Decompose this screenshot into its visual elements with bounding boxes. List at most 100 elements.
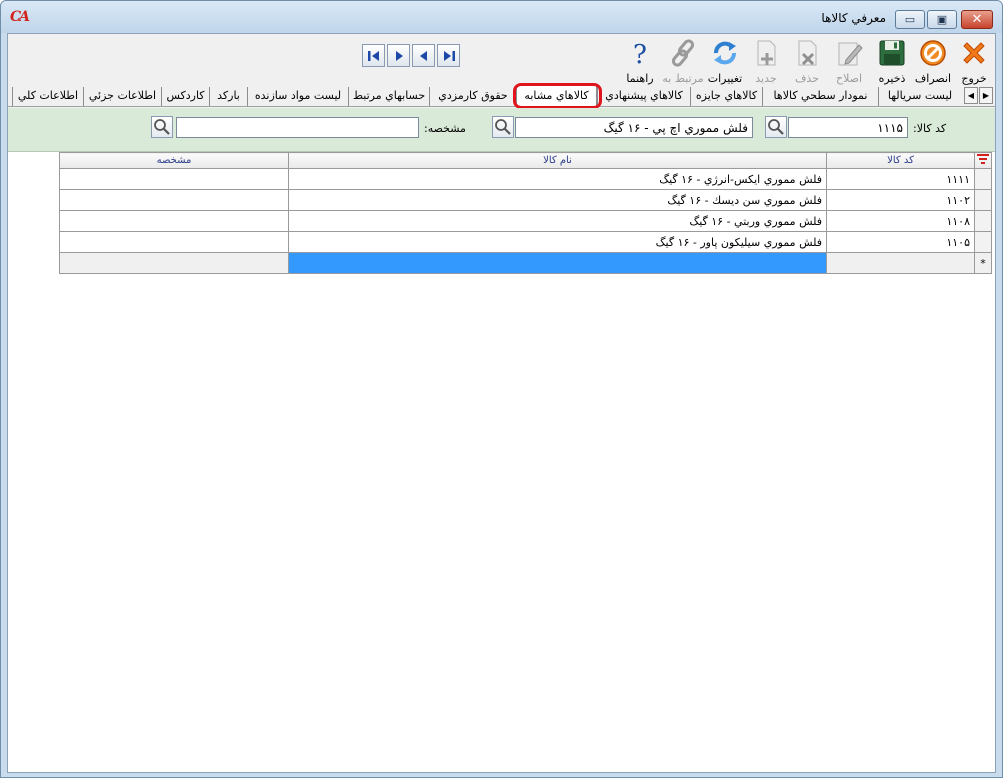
- minimize-button[interactable]: ▭: [895, 10, 925, 29]
- maximize-button[interactable]: ▣: [927, 10, 957, 29]
- skip-start-icon: [443, 50, 455, 61]
- close-x-icon: [963, 42, 985, 64]
- search-icon: [154, 119, 170, 135]
- cell-code[interactable]: ۱۱۱۱: [826, 168, 975, 190]
- maximize-icon: ▣: [936, 13, 948, 26]
- cell-name[interactable]: فلش مموري وربتي - ۱۶ گيگ: [288, 210, 827, 232]
- search-icon: [495, 119, 511, 135]
- tab-serial-list[interactable]: ليست سريالها: [878, 87, 961, 106]
- filter-header[interactable]: [974, 152, 992, 169]
- svg-text:?: ?: [633, 40, 647, 68]
- row-selector[interactable]: [974, 189, 992, 211]
- similar-items-grid: مشخصه نام كالا كد كالا فلش مموري ايكس-ان…: [8, 152, 995, 772]
- cell-name[interactable]: فلش مموري سن ديسك - ۱۶ گيگ: [288, 189, 827, 211]
- cancel-circle-icon: [920, 40, 946, 66]
- tab-scroll-right[interactable]: ▶: [979, 87, 993, 104]
- tab-bonus-items[interactable]: كالاهاي جايزه: [690, 87, 762, 106]
- tab-suggested-items[interactable]: كالاهاي پيشنهادي: [597, 87, 690, 106]
- item-code-input[interactable]: [788, 117, 908, 138]
- refresh-icon: [714, 41, 736, 65]
- column-header-name[interactable]: نام كالا: [288, 152, 827, 169]
- skip-end-icon: [367, 50, 379, 61]
- client-area: خروج انصراف ذخيره اصلاح حذف جديد تغييرات…: [7, 33, 996, 773]
- item-code-search-button[interactable]: [765, 116, 787, 138]
- spec-label: مشخصه:: [424, 122, 466, 135]
- new-button[interactable]: جديد: [746, 36, 786, 85]
- changes-button[interactable]: تغييرات: [705, 36, 745, 85]
- save-button[interactable]: ذخيره: [872, 36, 912, 85]
- record-navigation: [362, 44, 462, 69]
- table-header-row: مشخصه نام كالا كد كالا: [59, 152, 992, 169]
- items-table: مشخصه نام كالا كد كالا فلش مموري ايكس-ان…: [59, 152, 992, 274]
- table-row[interactable]: فلش مموري ايكس-انرژي - ۱۶ گيگ ۱۱۱۱: [59, 168, 992, 190]
- cell-spec[interactable]: [59, 231, 289, 253]
- question-mark-icon: ?: [633, 40, 647, 68]
- tab-components-list[interactable]: ليست مواد سازنده: [247, 87, 348, 106]
- related-button[interactable]: مرتبط به: [662, 36, 704, 85]
- new-cell-spec[interactable]: [59, 252, 289, 274]
- filter-icon: [977, 154, 989, 164]
- previous-record-button[interactable]: [412, 44, 435, 67]
- close-window-button[interactable]: ✕: [961, 10, 993, 29]
- tab-similar-items[interactable]: كالاهاي مشابه: [516, 85, 597, 107]
- help-label: راهنما: [626, 72, 654, 85]
- new-doc-icon: [757, 40, 776, 66]
- cancel-button[interactable]: انصراف: [913, 36, 953, 85]
- first-record-button[interactable]: [437, 44, 460, 67]
- new-row[interactable]: *: [59, 252, 992, 274]
- tab-commission-wages[interactable]: حقوق كارمزدي: [429, 87, 516, 106]
- item-name-input[interactable]: [515, 117, 753, 138]
- delete-doc-icon: [798, 40, 817, 66]
- cell-spec[interactable]: [59, 168, 289, 190]
- edit-button[interactable]: اصلاح: [829, 36, 869, 85]
- title-bar: CA معرفي كالاها ▭ ▣ ✕: [1, 1, 1002, 33]
- row-selector[interactable]: [974, 231, 992, 253]
- tab-barcode[interactable]: باركد: [209, 87, 247, 106]
- row-selector[interactable]: [974, 168, 992, 190]
- floppy-disk-icon: [879, 40, 905, 66]
- tab-related-accounts[interactable]: حسابهاي مرتبط: [348, 87, 429, 106]
- new-row-marker[interactable]: *: [974, 252, 992, 274]
- column-header-spec[interactable]: مشخصه: [59, 152, 289, 169]
- column-header-code[interactable]: كد كالا: [826, 152, 975, 169]
- pencil-edit-icon: [838, 42, 863, 66]
- cell-spec[interactable]: [59, 189, 289, 211]
- cell-spec[interactable]: [59, 210, 289, 232]
- cell-name[interactable]: فلش مموري ايكس-انرژي - ۱۶ گيگ: [288, 168, 827, 190]
- new-cell-code[interactable]: [826, 252, 975, 274]
- table-row[interactable]: فلش مموري سيليكون پاور - ۱۶ گيگ ۱۱۰۵: [59, 231, 992, 253]
- search-panel: كد كالا: مشخصه:: [8, 108, 995, 152]
- tab-kardex[interactable]: كاردكس: [161, 87, 209, 106]
- table-row[interactable]: فلش مموري وربتي - ۱۶ گيگ ۱۱۰۸: [59, 210, 992, 232]
- tab-general-info[interactable]: اطلاعات كلي: [12, 87, 83, 106]
- app-logo: CA: [10, 9, 30, 25]
- spec-input[interactable]: [176, 117, 419, 138]
- last-record-button[interactable]: [362, 44, 385, 67]
- minimize-icon: ▭: [904, 13, 916, 26]
- new-cell-name[interactable]: [288, 252, 827, 274]
- cell-code[interactable]: ۱۱۰۲: [826, 189, 975, 211]
- exit-button[interactable]: خروج: [954, 36, 994, 85]
- table-row[interactable]: فلش مموري سن ديسك - ۱۶ گيگ ۱۱۰۲: [59, 189, 992, 211]
- tab-strip: ▶ ◀ ليست سريالها نمودار سطحي كالاها كالا…: [8, 85, 995, 107]
- item-code-label: كد كالا:: [913, 122, 947, 135]
- chevron-left-icon: ◀: [967, 91, 975, 100]
- toolbar: خروج انصراف ذخيره اصلاح حذف جديد تغييرات…: [8, 34, 995, 85]
- cell-code[interactable]: ۱۱۰۵: [826, 231, 975, 253]
- link-chain-icon: [671, 39, 695, 67]
- arrow-left-icon: [419, 50, 427, 61]
- main-window: CA معرفي كالاها ▭ ▣ ✕ خروج انصراف ذخيره …: [0, 0, 1003, 778]
- help-button[interactable]: ? راهنما: [620, 36, 660, 85]
- spec-search-button[interactable]: [151, 116, 173, 138]
- item-name-search-button[interactable]: [492, 116, 514, 138]
- tab-detail-info[interactable]: اطلاعات جزئي: [83, 87, 161, 106]
- delete-button[interactable]: حذف: [787, 36, 827, 85]
- tab-scroll-left[interactable]: ◀: [964, 87, 978, 104]
- cell-code[interactable]: ۱۱۰۸: [826, 210, 975, 232]
- tab-item-level-chart[interactable]: نمودار سطحي كالاها: [762, 87, 878, 106]
- row-selector[interactable]: [974, 210, 992, 232]
- chevron-right-icon: ▶: [982, 91, 990, 100]
- cell-name[interactable]: فلش مموري سيليكون پاور - ۱۶ گيگ: [288, 231, 827, 253]
- arrow-right-icon: [395, 50, 403, 61]
- next-record-button[interactable]: [387, 44, 410, 67]
